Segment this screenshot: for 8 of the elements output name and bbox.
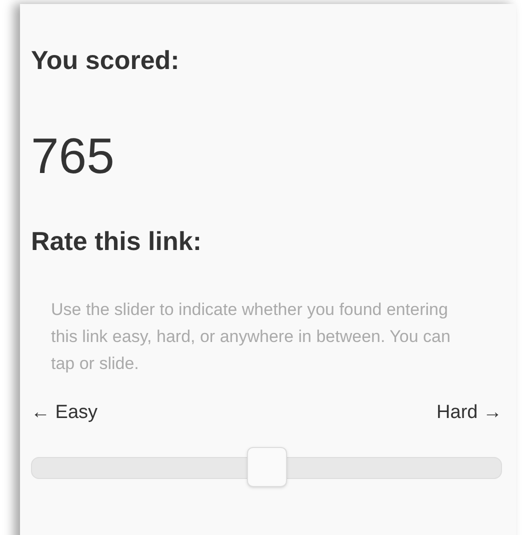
hard-label: Hard → xyxy=(436,401,502,425)
instructions-text: Use the slider to indicate whether you found entering this link easy, hard, or anywhere in between. You can tap or slide. xyxy=(51,299,452,375)
slider-thumb[interactable] xyxy=(246,447,286,487)
easy-label: ← Easy xyxy=(31,401,98,425)
difficulty-slider[interactable] xyxy=(31,447,502,488)
rate-heading: Rate this link: xyxy=(31,225,202,257)
score-value: 765 xyxy=(31,128,116,184)
score-heading: You scored: xyxy=(31,44,180,76)
